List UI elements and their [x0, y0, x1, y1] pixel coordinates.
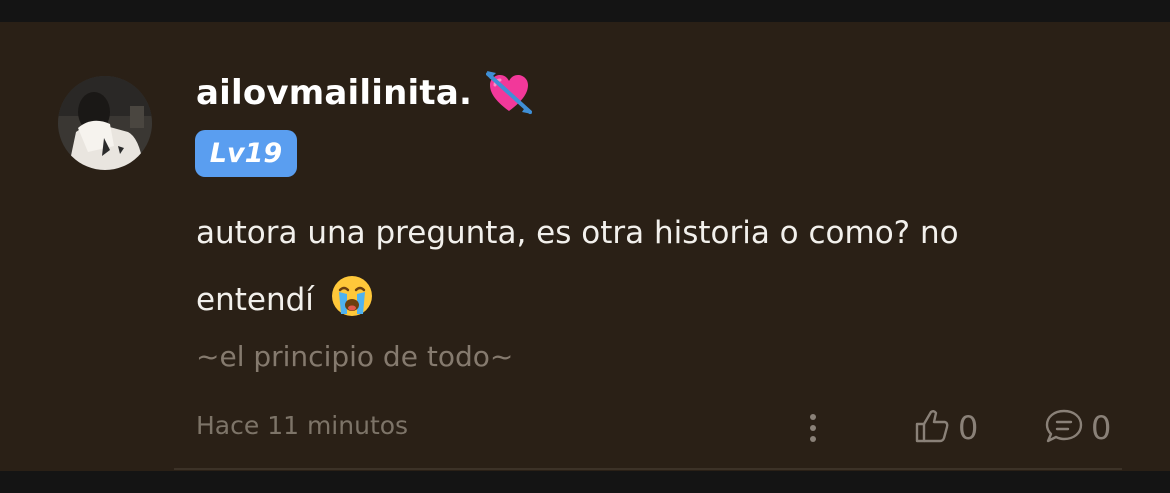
- loudly-crying-face-icon: [330, 274, 374, 318]
- more-options-icon[interactable]: [800, 410, 826, 446]
- avatar[interactable]: [58, 76, 152, 170]
- avatar-image: [58, 76, 152, 170]
- comment-text-line-2: entendí: [196, 267, 1076, 334]
- comment-card: ailovmailinita. Lv19 autora una pregunta…: [0, 22, 1170, 471]
- reply-button[interactable]: 0: [1043, 406, 1111, 450]
- username-row: ailovmailinita.: [196, 70, 533, 116]
- story-name[interactable]: ~el principio de todo~: [196, 340, 513, 373]
- reply-count: 0: [1091, 409, 1112, 447]
- level-badge: Lv19: [195, 130, 297, 177]
- heart-with-arrow-icon: [486, 70, 533, 116]
- like-count: 0: [958, 409, 979, 447]
- top-bar: [0, 0, 1170, 22]
- comment-bubble-icon: [1043, 406, 1085, 450]
- like-button[interactable]: 0: [912, 406, 978, 450]
- divider: [174, 468, 1122, 470]
- comment-text-line-2-text: entendí: [196, 282, 314, 318]
- timestamp: Hace 11 minutos: [196, 411, 409, 440]
- bottom-bar: [0, 471, 1170, 493]
- username[interactable]: ailovmailinita.: [196, 73, 472, 113]
- comment-text: autora una pregunta, es otra historia o …: [196, 200, 1076, 334]
- thumbs-up-icon: [912, 406, 952, 450]
- comment-text-line-1: autora una pregunta, es otra historia o …: [196, 215, 959, 251]
